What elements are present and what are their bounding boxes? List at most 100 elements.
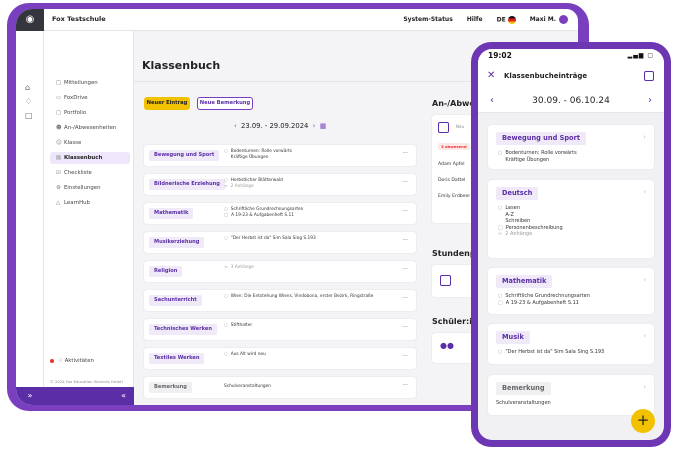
- chevron-right-icon: ›: [643, 332, 646, 340]
- entry-line: Bodenturnen: Rolle vorwärts: [505, 150, 577, 156]
- entry-card[interactable]: Deutsch › ○Lesen○A-Z○Schreiben□Personenb…: [488, 180, 654, 258]
- new-label[interactable]: Neu: [456, 124, 464, 129]
- bullet-icon: ○: [224, 178, 228, 183]
- absent-badge: 3 abwesend: [438, 143, 470, 150]
- next-week-icon[interactable]: ›: [313, 122, 316, 130]
- lesson-description: ○ Schriftliche Grundrechnungsarten □ A 19-2…: [224, 207, 303, 219]
- activity-link[interactable]: ♢ Aktivitäten: [50, 358, 94, 364]
- nav-item-portfolio[interactable]: ▢ Portfolio: [50, 107, 130, 119]
- lesson-row[interactable]: Textiles Werken ○ Aus Alt wird neu ···: [144, 348, 416, 369]
- lesson-row[interactable]: Bildnerische Erziehung ○ Herbstlicher Blä…: [144, 174, 416, 195]
- attachment-count[interactable]: 2 Anhänge: [505, 231, 532, 237]
- bell-icon: ♢: [58, 358, 63, 364]
- subject-tag: Technisches Werken: [149, 324, 217, 335]
- user-menu[interactable]: Maxi M.: [530, 15, 568, 24]
- home-icon[interactable]: ⌂: [25, 83, 30, 92]
- add-entry-button[interactable]: +: [631, 409, 655, 433]
- language-switch[interactable]: DE: [496, 15, 516, 24]
- new-remark-button[interactable]: Neue Bemerkung: [197, 97, 253, 110]
- lesson-line: Schriftliche Grundrechnungsarten: [230, 207, 304, 212]
- more-options-icon[interactable]: ···: [402, 208, 408, 215]
- entry-line: A 19-23 & Aufgabenheft S.11: [505, 299, 579, 306]
- attachment-icon: ∞: [224, 184, 228, 189]
- remark-row[interactable]: Bemerkung Schulveranstaltungen ···: [144, 377, 416, 398]
- entry-line: Schriftliche Grundrechnungsarten: [505, 293, 590, 299]
- attachment-count[interactable]: 3 Anhänge: [231, 265, 254, 270]
- nav-item-foxdrive[interactable]: ▭ FoxDrive: [50, 92, 130, 104]
- group-avatar-icon: ●●: [440, 341, 454, 350]
- nav-label: An-/Abwesenheiten: [64, 125, 117, 131]
- bullet-icon: ○: [224, 352, 228, 357]
- entry-card[interactable]: Musik › ○ "Der Herbst ist da" Sim Sala Si…: [488, 324, 654, 364]
- activity-label: Aktivitäten: [64, 358, 94, 364]
- phone-screen: 19:02 ▂▄▆ ▢ ✕ Klassenbucheinträge ‹ 30.0…: [478, 49, 664, 440]
- remark-card[interactable]: Bemerkung › Schulveranstaltungen: [488, 375, 654, 415]
- user-avatar-icon: [559, 15, 568, 24]
- collapse-icon[interactable]: «: [44, 387, 134, 405]
- date-range: 23.09. - 29.09.2024: [241, 122, 309, 130]
- entry-line: Lesen: [505, 205, 520, 211]
- new-entry-button[interactable]: Neuer Eintrag: [144, 97, 190, 110]
- lesson-row[interactable]: Bewegung und Sport ○ Bodenturnen: Rolle v…: [144, 145, 416, 166]
- lesson-row[interactable]: Musikerziehung ○ "Der Herbst ist da" Sim …: [144, 232, 416, 253]
- system-status-link[interactable]: System-Status: [403, 16, 452, 23]
- calendar-icon[interactable]: [644, 71, 654, 81]
- entry-card[interactable]: Mathematik › ○ Schriftliche Grundrechnung…: [488, 268, 654, 314]
- portfolio-icon: ▢: [56, 110, 62, 116]
- lesson-description: ○ Stifthalter: [224, 323, 252, 329]
- calendar-icon[interactable]: ▦: [320, 122, 326, 130]
- subject-tag: Musik: [496, 331, 530, 344]
- nav-item-checkliste[interactable]: ☑ Checkliste: [50, 167, 130, 179]
- entry-lines: ○Lesen○A-Z○Schreiben□Personenbeschreibun…: [498, 205, 563, 238]
- subject-tag: Bewegung und Sport: [149, 150, 220, 161]
- nav-item-einstellungen[interactable]: ⚙ Einstellungen: [50, 182, 130, 194]
- more-options-icon[interactable]: ···: [402, 237, 408, 244]
- chat-icon[interactable]: □: [25, 111, 33, 120]
- lesson-line: Herbstlicher Blätterwald: [230, 178, 283, 183]
- next-week-icon[interactable]: ›: [648, 95, 652, 106]
- lesson-row[interactable]: Sachunterricht ○ Wien: Die Entstehung Wie…: [144, 290, 416, 311]
- lesson-row[interactable]: Mathematik ○ Schriftliche Grundrechnungsa…: [144, 203, 416, 224]
- user-name: Maxi M.: [529, 16, 556, 23]
- fox-logo-icon[interactable]: ◉: [16, 9, 44, 31]
- bullet-icon: ○: [224, 207, 228, 212]
- more-options-icon[interactable]: ···: [402, 179, 408, 186]
- more-options-icon[interactable]: ···: [402, 324, 408, 331]
- more-options-icon[interactable]: ···: [402, 150, 408, 157]
- phone-frame: 19:02 ▂▄▆ ▢ ✕ Klassenbucheinträge ‹ 30.0…: [471, 42, 671, 447]
- nav-item-klassenbuch[interactable]: ▤ Klassenbuch: [50, 152, 130, 164]
- subject-tag: Bildnerische Erziehung: [149, 179, 225, 190]
- attachment-count[interactable]: 2 Anhänge: [231, 184, 254, 189]
- flag-icon: [507, 15, 516, 24]
- lesson-row[interactable]: Religion ∞ 3 Anhänge ···: [144, 261, 416, 282]
- remark-tag: Bemerkung: [149, 382, 192, 393]
- bell-icon[interactable]: ♢: [25, 97, 32, 106]
- help-link[interactable]: Hilfe: [467, 16, 483, 23]
- entry-line: Personenbeschreibung: [505, 224, 563, 231]
- nav-item-klasse[interactable]: ☺ Klasse: [50, 137, 130, 149]
- entry-lines: ○ "Der Herbst ist da" Sim Sala Sing S.193: [498, 349, 604, 356]
- nav-item-mitteilungen[interactable]: □ Mitteilungen: [50, 77, 130, 89]
- more-options-icon[interactable]: ···: [402, 382, 408, 389]
- close-icon[interactable]: ✕: [487, 70, 495, 81]
- nav-item-learnhub[interactable]: △ LearnHub: [50, 197, 130, 209]
- more-options-icon[interactable]: ···: [402, 295, 408, 302]
- entry-card[interactable]: Bewegung und Sport › ○ Bodenturnen: Rolle…: [488, 125, 654, 169]
- icon-rail: ⌂ ♢ □ »: [16, 31, 44, 405]
- lesson-line: "Der Herbst ist da" Sim Sala Sing S.193: [230, 236, 316, 241]
- entry-line: A-Z: [505, 211, 514, 218]
- expand-icon[interactable]: »: [16, 387, 44, 405]
- entry-line: Kräftige Übungen: [505, 156, 550, 163]
- chevron-right-icon: ›: [643, 133, 646, 141]
- more-options-icon[interactable]: ···: [402, 353, 408, 360]
- lesson-description: ∞ 3 Anhänge: [224, 265, 254, 271]
- nav-item-abwesenheiten[interactable]: ☻ An-/Abwesenheiten: [50, 122, 130, 134]
- more-options-icon[interactable]: ···: [402, 266, 408, 273]
- phone-title: Klassenbucheinträge: [504, 72, 588, 80]
- lesson-row[interactable]: Technisches Werken ○ Stifthalter ···: [144, 319, 416, 340]
- phone-header: ✕ Klassenbucheinträge ‹ 30.09. - 06.10.2…: [478, 63, 664, 113]
- nav-label: Klasse: [64, 140, 82, 146]
- language-label: DE: [496, 16, 506, 23]
- prev-week-icon[interactable]: ‹: [234, 122, 237, 130]
- signal-battery-icon: ▂▄▆ ▢: [627, 52, 654, 59]
